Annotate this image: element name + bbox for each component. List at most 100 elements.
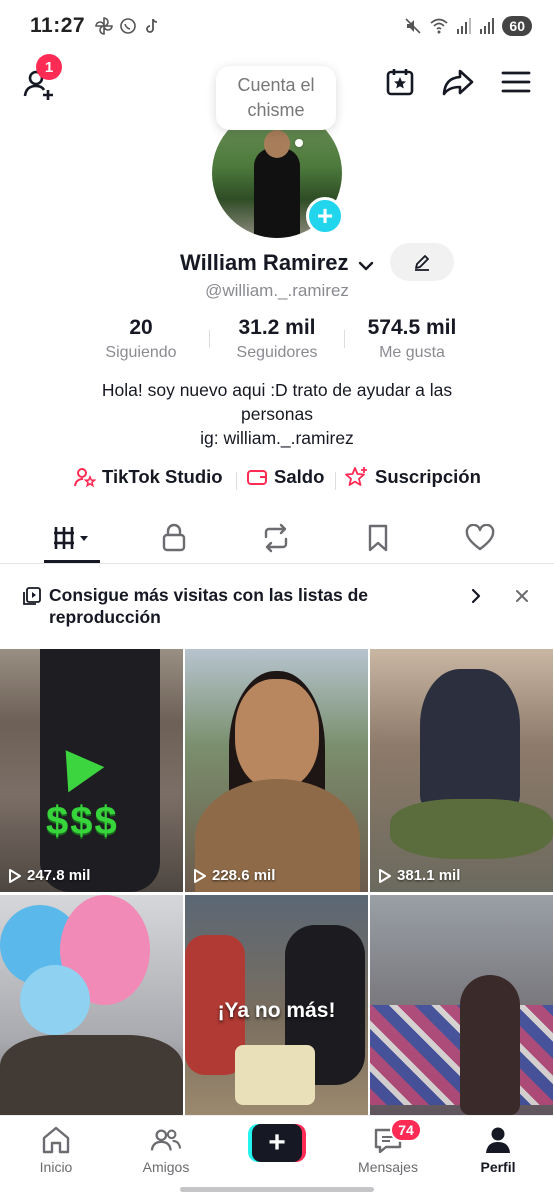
nav-home-label: Inicio	[39, 1159, 73, 1175]
link-divider	[335, 472, 336, 490]
avatar-person-body	[254, 148, 300, 238]
menu-button[interactable]	[498, 64, 534, 100]
chevron-right-icon[interactable]	[466, 584, 486, 608]
edit-profile-button[interactable]	[390, 243, 454, 281]
profile-stats: 20 Siguiendo 31.2 mil Seguidores 574.5 m…	[0, 316, 554, 366]
profile-bio: Hola! soy nuevo aqui :D trato de ayudar …	[40, 378, 514, 450]
profile-tabs	[0, 510, 554, 564]
note-bubble[interactable]: Cuenta el chisme	[216, 66, 336, 130]
grid-icon	[54, 527, 88, 549]
playlist-banner[interactable]: Consigue más visitas con las listas de r…	[0, 572, 554, 636]
share-profile-button[interactable]	[440, 64, 476, 100]
nav-friends-label: Amigos	[142, 1159, 190, 1175]
tab-saved[interactable]	[348, 518, 408, 558]
close-icon[interactable]	[512, 584, 532, 608]
whatsapp-icon	[120, 18, 136, 34]
video-thumbnail[interactable]: ¡Ya no más!	[185, 895, 368, 1138]
mute-icon	[405, 18, 421, 34]
stat-divider	[209, 330, 210, 348]
tab-videos[interactable]	[42, 518, 102, 558]
video-views-count: 247.8 mil	[27, 867, 91, 884]
video-views-count: 381.1 mil	[397, 867, 461, 884]
messages-badge: 74	[390, 1118, 422, 1142]
lock-icon	[162, 523, 186, 552]
person-star-icon	[74, 468, 96, 488]
nav-profile-label: Perfil	[480, 1159, 516, 1175]
tab-liked[interactable]	[450, 518, 510, 558]
stat-likes-label: Me gusta	[379, 344, 445, 361]
nav-home[interactable]: Inicio	[11, 1124, 101, 1175]
name-row: William Ramirez	[0, 248, 554, 284]
stat-followers-count: 31.2 mil	[238, 316, 316, 339]
pencil-icon	[415, 255, 429, 271]
username: @william._.ramirez	[205, 281, 349, 300]
video-thumbnail[interactable]	[0, 895, 183, 1138]
stat-likes[interactable]: 574.5 mil Me gusta	[356, 316, 468, 362]
thumbnail-cotton-candy	[20, 965, 90, 1035]
pinwheel-icon	[95, 17, 113, 35]
heart-icon	[465, 524, 495, 551]
nav-profile[interactable]: Perfil	[453, 1124, 543, 1175]
subscription-link[interactable]: Suscripción	[345, 466, 481, 488]
battery-indicator: 60	[502, 16, 532, 36]
tab-reposts[interactable]	[246, 518, 306, 558]
thumbnail-face	[235, 679, 319, 789]
stat-divider	[344, 330, 345, 348]
create-button[interactable]: +	[248, 1124, 306, 1162]
active-tab-indicator	[44, 560, 100, 563]
play-icon	[379, 868, 391, 883]
notification-badge: 1	[36, 54, 62, 80]
thumbnail-person	[460, 975, 520, 1115]
nav-messages-label: Mensajes	[358, 1159, 418, 1175]
repost-icon	[264, 523, 288, 553]
thumbnail-bags	[235, 1045, 315, 1105]
playlist-icon	[23, 587, 41, 605]
wallet-icon	[247, 470, 267, 485]
tab-private[interactable]	[144, 518, 204, 558]
video-thumbnail[interactable]	[370, 895, 553, 1138]
playlist-banner-text: Consigue más visitas con las listas de r…	[49, 585, 369, 627]
balance-link[interactable]: Saldo	[246, 466, 324, 488]
tiktok-studio-link[interactable]: TikTok Studio	[74, 466, 223, 488]
video-thumbnail[interactable]: 228.6 mil	[185, 649, 368, 892]
bio-line: Hola! soy nuevo aqui :D trato de ayudar …	[101, 380, 453, 400]
chevron-down-icon[interactable]	[356, 256, 376, 276]
stat-following[interactable]: 20 Siguiendo	[96, 316, 186, 362]
stat-following-count: 20	[129, 316, 153, 339]
nav-friends[interactable]: Amigos	[121, 1124, 211, 1175]
profile-links: TikTok Studio Saldo Suscripción	[0, 466, 554, 496]
calendar-star-icon	[386, 69, 414, 96]
video-thumbnail[interactable]: $$$ 247.8 mil	[0, 649, 183, 892]
stat-followers-label: Seguidores	[236, 344, 318, 361]
balance-label: Saldo	[274, 466, 325, 487]
link-divider	[236, 472, 237, 490]
display-name[interactable]: William Ramirez	[180, 250, 349, 276]
hamburger-menu-icon	[501, 71, 531, 93]
status-notification-icons	[95, 17, 161, 35]
bio-line: ig: william._.ramirez	[200, 428, 354, 448]
add-story-button[interactable]: +	[306, 197, 344, 235]
video-views: 381.1 mil	[378, 867, 460, 884]
thumbnail-people	[420, 669, 520, 809]
home-icon	[42, 1126, 70, 1154]
plus-icon: +	[252, 1124, 302, 1162]
avatar-person-head	[264, 130, 290, 158]
video-thumbnail[interactable]: 381.1 mil	[370, 649, 553, 892]
bookmark-icon	[368, 524, 388, 552]
stat-followers[interactable]: 31.2 mil Seguidores	[222, 316, 332, 362]
wifi-icon	[430, 18, 448, 34]
stat-likes-count: 574.5 mil	[367, 316, 457, 339]
stat-following-label: Siguiendo	[105, 344, 177, 361]
video-grid: $$$ 247.8 mil 228.6 mil 381.1 mil ¡Ya no…	[0, 649, 554, 1138]
tiktok-icon	[146, 18, 158, 33]
play-icon	[194, 868, 206, 883]
note-bubble-tail	[295, 139, 303, 147]
share-icon	[442, 69, 474, 96]
star-plus-icon	[345, 467, 367, 486]
video-views: 228.6 mil	[193, 867, 275, 884]
status-bar: 11:27 60	[0, 0, 554, 52]
home-indicator[interactable]	[180, 1187, 374, 1192]
status-system-icons: 60	[404, 16, 532, 36]
thumbnail-plants	[390, 799, 553, 859]
calendar-star-button[interactable]	[382, 64, 418, 100]
